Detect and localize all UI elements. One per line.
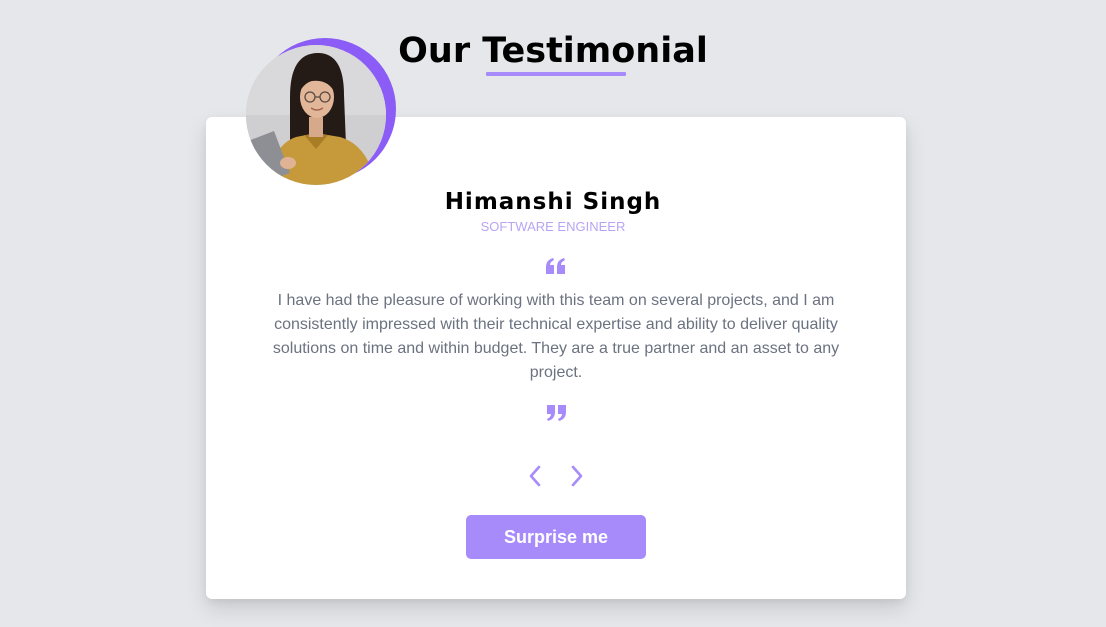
prev-button[interactable] [523,464,547,488]
next-button[interactable] [565,464,589,488]
quote-left-icon [546,258,565,274]
chevron-right-icon [571,465,583,487]
quote-right-icon [547,405,566,421]
person-photo-icon [246,45,386,185]
testimonial-text: I have had the pleasure of working with … [272,292,840,381]
surprise-me-button[interactable]: Surprise me [466,515,646,559]
chevron-left-icon [529,465,541,487]
page-title: Our Testimonial [398,31,708,71]
avatar [246,45,386,185]
testimonial-job: SOFTWARE ENGINEER [480,219,626,234]
title-underline [486,72,626,76]
testimonial-name: Himanshi Singh [444,189,662,215]
